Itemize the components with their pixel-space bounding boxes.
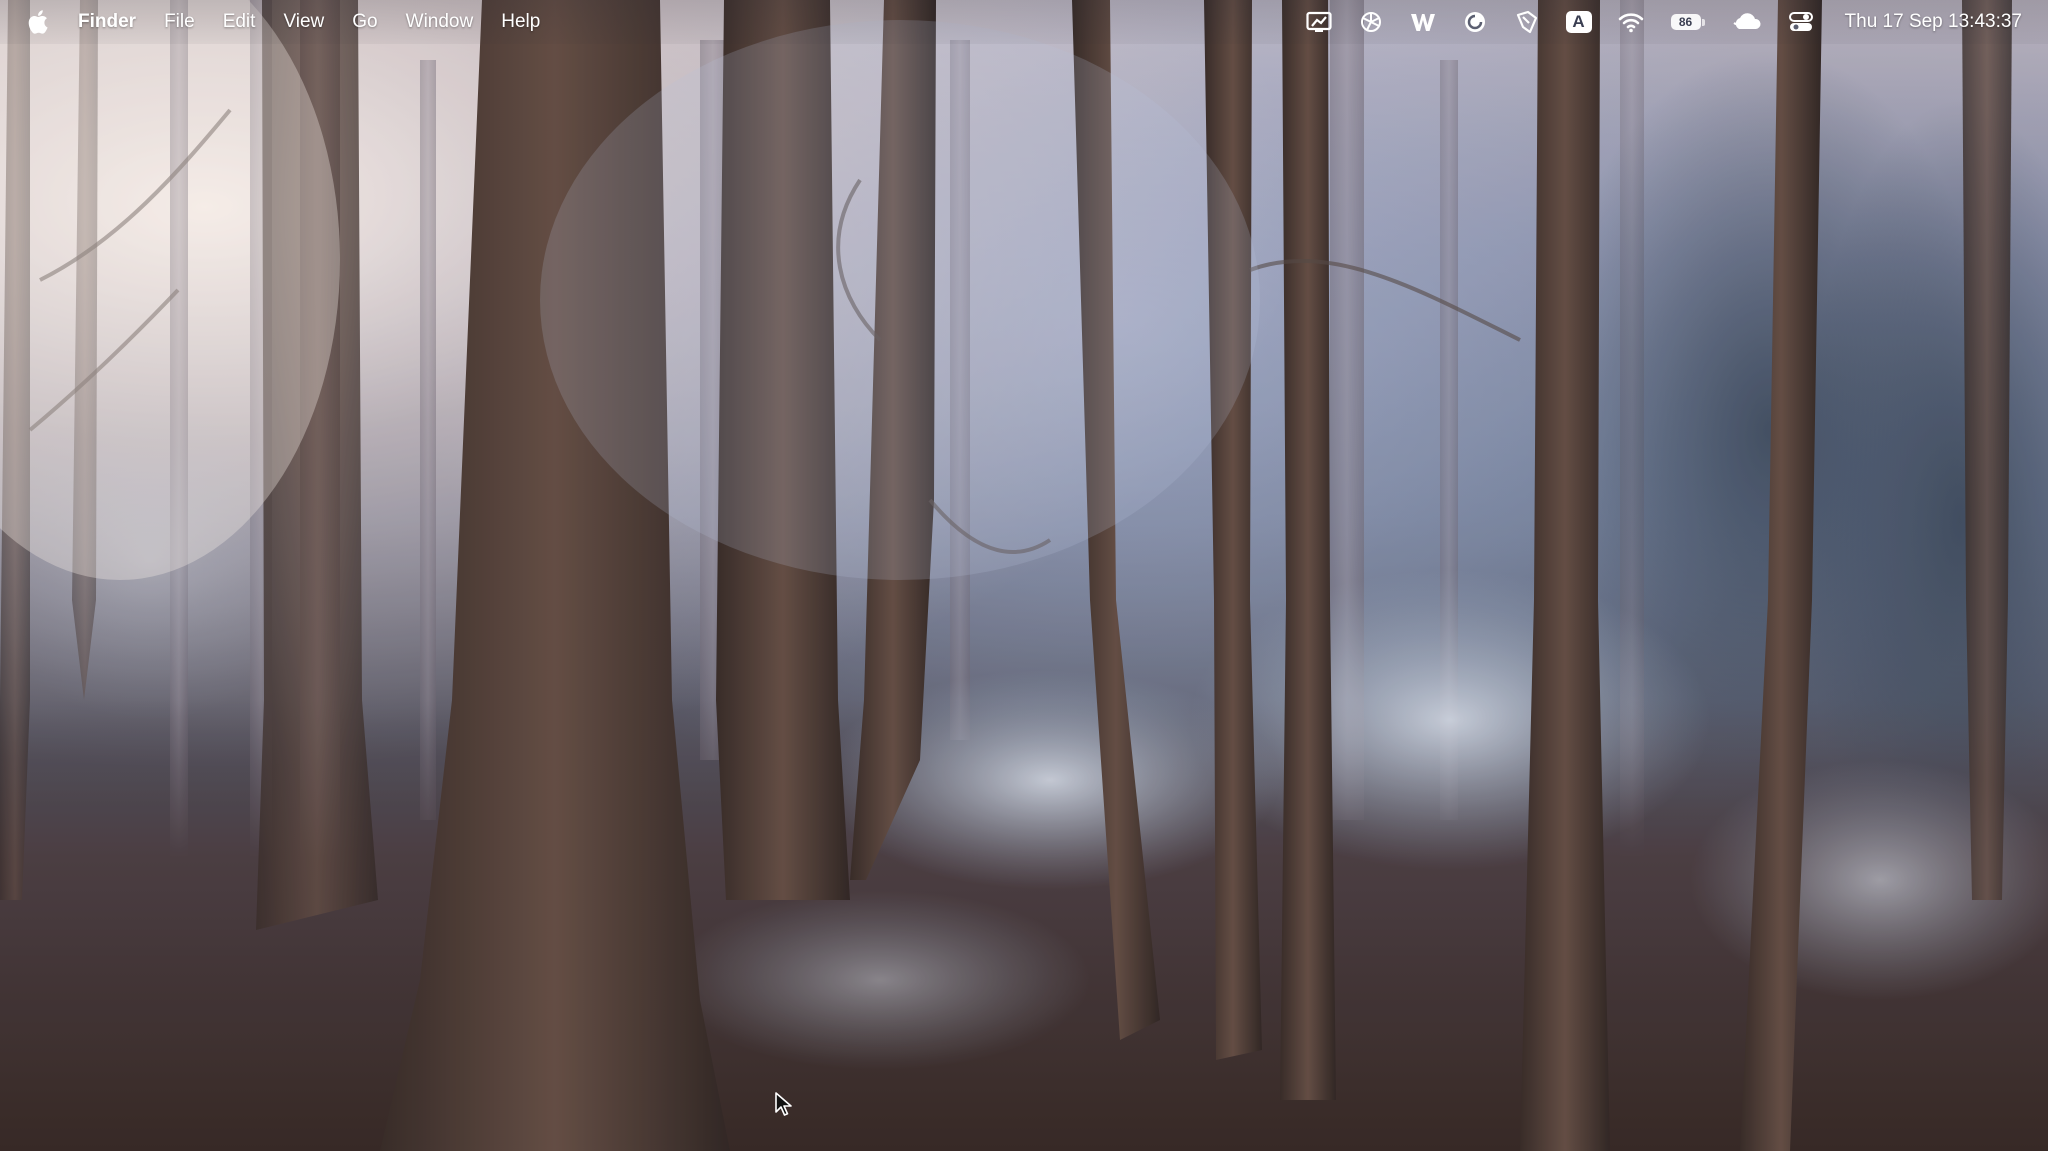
mouse-pointer-icon: [775, 1092, 792, 1116]
menu-bar: Finder File Edit View Go Window Help A 8…: [0, 0, 2048, 44]
cloud-moon-icon[interactable]: [1730, 7, 1764, 37]
menu-view[interactable]: View: [269, 0, 338, 44]
menu-app-finder[interactable]: Finder: [70, 0, 150, 44]
battery-tip: [1701, 18, 1705, 26]
shield-hand-icon[interactable]: [1512, 7, 1542, 37]
input-source-indicator[interactable]: A: [1564, 7, 1594, 37]
word-w-icon[interactable]: [1408, 7, 1438, 37]
circular-app-icon[interactable]: [1460, 7, 1490, 37]
chatgpt-icon[interactable]: [1356, 7, 1386, 37]
wallpaper-forest: [0, 0, 2048, 1151]
menu-bar-status-area: A 86 Thu 17 Sep 13:43:37: [1293, 0, 2048, 44]
battery-indicator[interactable]: 86: [1668, 7, 1708, 37]
menu-bar-clock[interactable]: Thu 17 Sep 13:43:37: [1845, 11, 2022, 33]
battery-level: 86: [1670, 14, 1701, 30]
desktop[interactable]: Finder File Edit View Go Window Help A 8…: [0, 0, 2048, 1151]
menu-go[interactable]: Go: [338, 0, 391, 44]
menu-edit[interactable]: Edit: [209, 0, 270, 44]
input-source-label: A: [1565, 11, 1592, 33]
menu-file[interactable]: File: [150, 0, 209, 44]
screen-mirroring-icon[interactable]: [1304, 7, 1334, 37]
menu-help[interactable]: Help: [487, 0, 554, 44]
menu-window[interactable]: Window: [392, 0, 488, 44]
wifi-icon[interactable]: [1616, 7, 1646, 37]
apple-logo-icon[interactable]: [26, 10, 50, 34]
menu-bar-left: Finder File Edit View Go Window Help: [0, 0, 554, 44]
control-center-icon[interactable]: [1786, 7, 1816, 37]
